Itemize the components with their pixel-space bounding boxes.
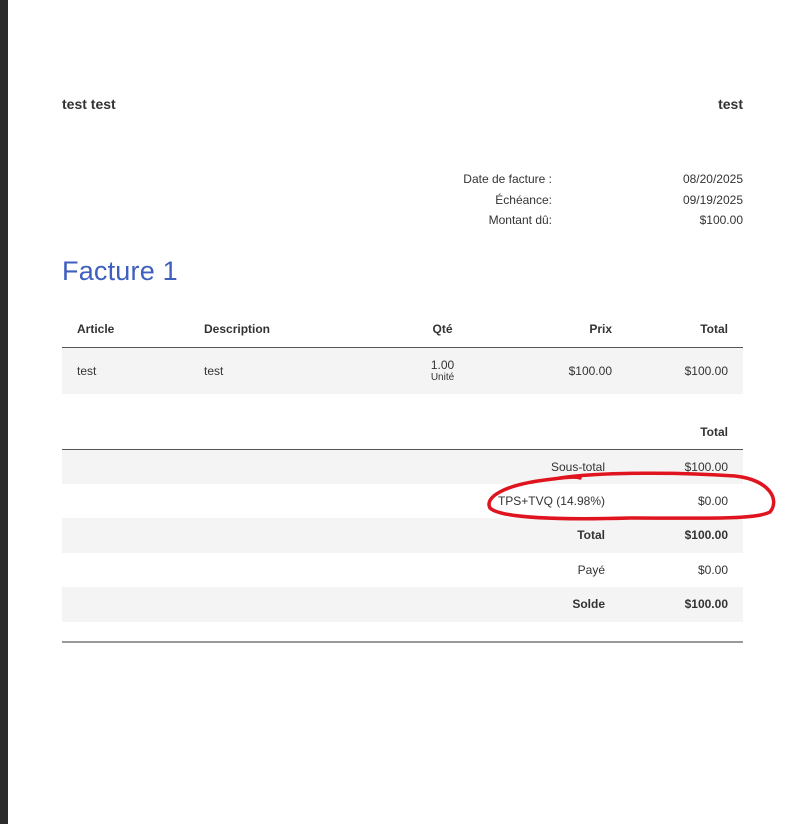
paid-label: Payé <box>577 562 605 577</box>
meta-row-due: Échéance: 09/19/2025 <box>62 193 743 214</box>
col-article: Article <box>62 312 189 348</box>
line-items-header: Article Description Qté Prix Total <box>62 312 743 348</box>
total-value: $100.00 <box>620 518 743 553</box>
total-label: Total <box>62 518 620 553</box>
invoice-meta: Date de facture : 08/20/2025 Échéance: 0… <box>62 172 743 234</box>
totals-row-paid: Payé $0.00 <box>62 553 743 588</box>
meta-value: 08/20/2025 <box>682 172 743 186</box>
table-row: test test 1.00 Unité $100.00 $100.00 <box>62 347 743 394</box>
meta-label: Échéance: <box>495 192 552 207</box>
totals-row-tax: TPS+TVQ (14.98%) $0.00 <box>62 484 743 519</box>
meta-value: 09/19/2025 <box>682 192 743 207</box>
totals-row-balance: Solde $100.00 <box>62 587 743 622</box>
totals-header: Total <box>62 415 743 450</box>
subtotal-label: Sous-total <box>62 449 620 484</box>
totals-table: Total Sous-total $100.00 TPS+TVQ (14.98%… <box>62 415 743 622</box>
col-total: Total <box>627 312 743 348</box>
totals-row-total: Total $100.00 <box>62 518 743 553</box>
meta-label: Date de facture : <box>463 172 552 186</box>
bottom-rule <box>62 641 743 643</box>
paid-value: $0.00 <box>697 562 728 577</box>
col-qty: Qté <box>384 312 501 348</box>
qty-unit: Unité <box>430 371 455 383</box>
tax-label: TPS+TVQ (14.98%) <box>497 493 605 508</box>
invoice-page: test test test Date de facture : 08/20/2… <box>62 0 743 824</box>
meta-label: Montant dû: <box>488 213 552 227</box>
meta-row-date: Date de facture : 08/20/2025 <box>62 172 743 193</box>
cell-total: $100.00 <box>627 347 743 394</box>
col-price: Prix <box>501 312 627 348</box>
balance-label: Solde <box>62 587 620 622</box>
cell-article: test <box>62 347 189 394</box>
invoice-title: Facture 1 <box>62 256 178 286</box>
company-name: test <box>718 96 743 112</box>
cell-price: $100.00 <box>501 347 627 394</box>
subtotal-value: $100.00 <box>620 449 743 484</box>
line-items-table: Article Description Qté Prix Total test … <box>62 312 743 394</box>
totals-header-label: Total <box>620 415 743 450</box>
client-name: test test <box>62 96 116 112</box>
meta-row-amount-due: Montant dû: $100.00 <box>62 213 743 234</box>
cell-description: test <box>189 347 384 394</box>
col-description: Description <box>189 312 384 348</box>
balance-value: $100.00 <box>620 587 743 622</box>
cell-qty: 1.00 Unité <box>384 347 501 394</box>
totals-row-subtotal: Sous-total $100.00 <box>62 449 743 484</box>
tax-value: $0.00 <box>697 493 728 508</box>
left-edge-bar <box>0 0 8 824</box>
qty-value: 1.00 <box>430 357 455 372</box>
meta-value: $100.00 <box>699 213 743 227</box>
